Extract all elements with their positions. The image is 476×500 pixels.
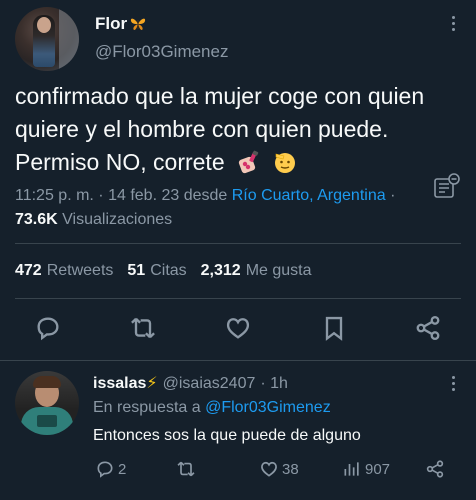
retweet-icon <box>177 461 195 477</box>
reply-views-button[interactable]: 907 <box>342 459 390 479</box>
translate-icon[interactable] <box>433 173 461 201</box>
reply-icon[interactable] <box>34 314 62 342</box>
retweets-label[interactable]: Retweets <box>47 262 114 280</box>
reply-author-name[interactable]: issalas <box>93 375 146 393</box>
reply-reply-button[interactable]: 2 <box>95 459 126 479</box>
quotes-count[interactable]: 51 <box>127 262 145 280</box>
tweet-location-link[interactable]: Río Cuarto, Argentina <box>232 187 386 204</box>
tweet-stats: 472 Retweets 51 Citas 2,312 Me gusta <box>15 262 326 280</box>
tweet-meta: 11:25 p. m. · 14 feb. 23 desde Río Cuart… <box>15 184 435 232</box>
retweet-icon[interactable] <box>129 314 157 342</box>
reply-tweet[interactable]: issalas ⚡ @isaias2407 · 1h En respuesta … <box>0 361 476 500</box>
views-count: 73.6K <box>15 211 58 228</box>
views-label: Visualizaciones <box>62 211 173 228</box>
lightning-icon: ⚡ <box>146 375 158 392</box>
replying-to-link[interactable]: @Flor03Gimenez <box>205 399 331 416</box>
reply-replies-count: 2 <box>118 460 127 478</box>
like-icon <box>261 461 277 477</box>
nail-polish-emoji <box>238 150 259 174</box>
retweets-count[interactable]: 472 <box>15 262 42 280</box>
share-icon[interactable] <box>414 314 442 342</box>
reply-likes-count: 38 <box>282 460 299 478</box>
replying-prefix: En respuesta a <box>93 399 201 416</box>
reply-share-button[interactable] <box>425 459 445 479</box>
reply-retweet-button[interactable] <box>176 459 196 479</box>
replying-to: En respuesta a @Flor03Gimenez <box>93 399 331 417</box>
reply-author-row: issalas ⚡ @isaias2407 · 1h <box>93 373 288 393</box>
author-name[interactable]: Flor <box>95 14 127 34</box>
main-tweet: Flor @Flor03Gimenez confirmado que la mu… <box>0 0 476 360</box>
reply-time[interactable]: · 1h <box>260 375 288 393</box>
reply-views-count: 907 <box>365 460 391 478</box>
divider <box>15 298 461 299</box>
reply-text: Entonces sos la que puede de alguno <box>93 427 361 444</box>
author-name-row[interactable]: Flor <box>95 14 146 34</box>
butterfly-icon <box>130 18 146 30</box>
reply-like-button[interactable]: 38 <box>259 459 299 479</box>
like-icon[interactable] <box>224 314 252 342</box>
saluting-face-emoji <box>275 153 296 173</box>
tweet-timestamp[interactable]: 11:25 p. m. · 14 feb. 23 desde <box>15 187 227 204</box>
more-options-icon[interactable] <box>448 16 458 34</box>
views-icon <box>344 462 359 476</box>
quotes-label[interactable]: Citas <box>150 262 186 280</box>
reply-author-avatar[interactable] <box>15 371 79 435</box>
reply-actions: 2 38 907 <box>0 457 476 483</box>
author-handle[interactable]: @Flor03Gimenez <box>95 42 228 62</box>
tweet-text: confirmado que la mujer coge con quien q… <box>15 80 455 179</box>
author-avatar[interactable] <box>15 7 79 71</box>
share-icon <box>426 460 444 478</box>
divider <box>15 243 461 244</box>
bookmark-icon[interactable] <box>320 314 348 342</box>
likes-label[interactable]: Me gusta <box>246 262 312 280</box>
tweet-text-body: confirmado que la mujer coge con quien q… <box>15 83 425 175</box>
likes-count[interactable]: 2,312 <box>201 262 241 280</box>
reply-author-handle[interactable]: @isaias2407 <box>163 375 256 393</box>
views-separator: · <box>385 187 396 204</box>
reply-icon <box>97 461 113 478</box>
more-options-icon[interactable] <box>448 376 458 394</box>
tweet-actions <box>0 312 476 346</box>
